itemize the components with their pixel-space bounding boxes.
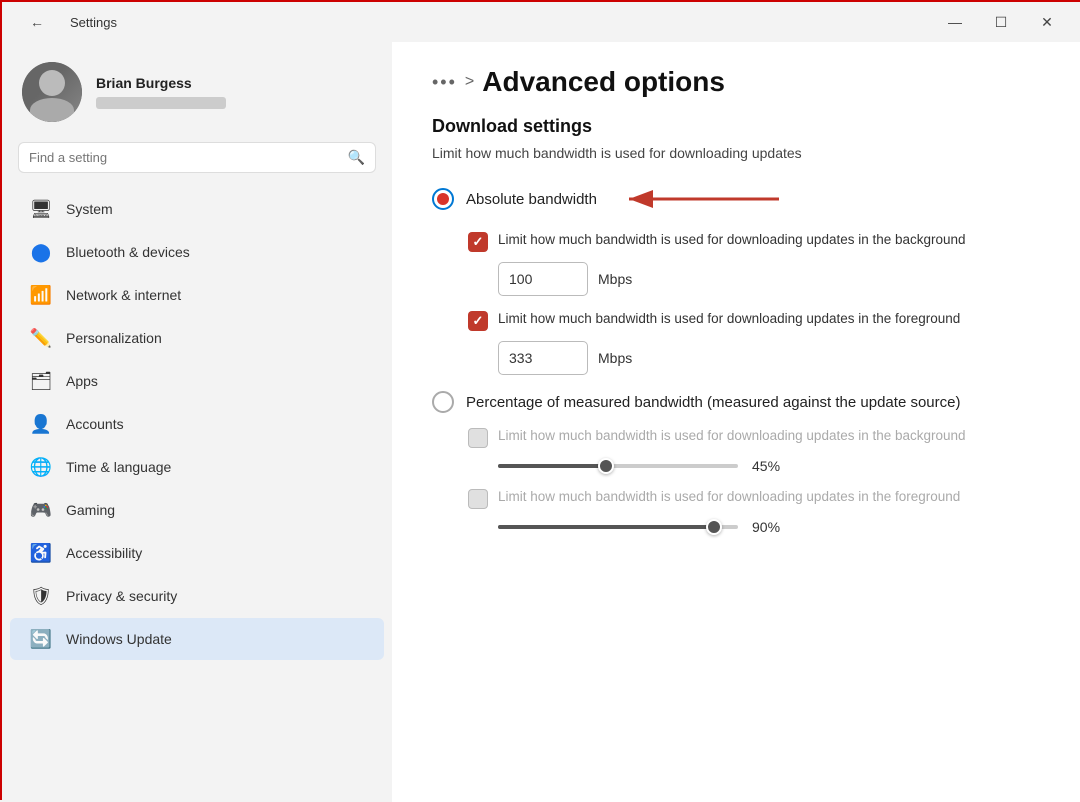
- sidebar-item-label: Personalization: [66, 330, 162, 346]
- sidebar-item-time[interactable]: 🌐 Time & language: [10, 446, 384, 488]
- radio-percentage-row: Percentage of measured bandwidth (measur…: [432, 391, 1042, 413]
- input-foreground-row: Mbps: [498, 341, 1042, 375]
- checkbox-pct-background-row: Limit how much bandwidth is used for dow…: [468, 427, 1042, 448]
- apps-icon: 🗂: [30, 370, 52, 392]
- annotation-arrow: [609, 181, 789, 217]
- update-icon: 🔄: [30, 628, 52, 650]
- checkbox-background-row: ✓ Limit how much bandwidth is used for d…: [468, 231, 1042, 252]
- content-area: Brian Burgess 🔍 🖥 System ⬤ Bluetooth & d…: [2, 42, 1080, 802]
- checkbox-background[interactable]: ✓: [468, 232, 488, 252]
- slider-background-row: 45%: [498, 458, 1042, 474]
- time-icon: 🌐: [30, 456, 52, 478]
- sidebar-item-label: Apps: [66, 373, 98, 389]
- sidebar-item-label: Accessibility: [66, 545, 142, 561]
- user-info: Brian Burgess: [96, 75, 226, 109]
- sidebar-item-personalization[interactable]: ✏️ Personalization: [10, 317, 384, 359]
- checkbox-pct-background[interactable]: [468, 428, 488, 448]
- sidebar: Brian Burgess 🔍 🖥 System ⬤ Bluetooth & d…: [2, 42, 392, 802]
- slider-background-fill: [498, 464, 606, 468]
- privacy-icon: 🛡: [30, 585, 52, 607]
- input-background-row: Mbps: [498, 262, 1042, 296]
- window-controls: — ☐ ✕: [932, 6, 1070, 38]
- checkbox-foreground[interactable]: ✓: [468, 311, 488, 331]
- gaming-icon: 🎮: [30, 499, 52, 521]
- sidebar-item-apps[interactable]: 🗂 Apps: [10, 360, 384, 402]
- bandwidth-background-unit: Mbps: [598, 271, 632, 287]
- sidebar-item-gaming[interactable]: 🎮 Gaming: [10, 489, 384, 531]
- checkbox-pct-foreground-row: Limit how much bandwidth is used for dow…: [468, 488, 1042, 509]
- checkbox-background-label: Limit how much bandwidth is used for dow…: [498, 231, 966, 250]
- bandwidth-foreground-unit: Mbps: [598, 350, 632, 366]
- percentage-options: Limit how much bandwidth is used for dow…: [468, 427, 1042, 535]
- sidebar-item-privacy[interactable]: 🛡 Privacy & security: [10, 575, 384, 617]
- checkbox-foreground-label: Limit how much bandwidth is used for dow…: [498, 310, 960, 329]
- section-desc: Limit how much bandwidth is used for dow…: [432, 145, 1042, 161]
- radio-percentage-button[interactable]: [432, 391, 454, 413]
- user-email-placeholder: [96, 97, 226, 109]
- accounts-icon: 👤: [30, 413, 52, 435]
- checkbox-foreground-row: ✓ Limit how much bandwidth is used for d…: [468, 310, 1042, 331]
- network-icon: 📶: [30, 284, 52, 306]
- personalization-icon: ✏️: [30, 327, 52, 349]
- sidebar-item-label: Time & language: [66, 459, 171, 475]
- sidebar-item-accounts[interactable]: 👤 Accounts: [10, 403, 384, 445]
- search-input[interactable]: [29, 150, 340, 165]
- bandwidth-foreground-input[interactable]: [498, 341, 588, 375]
- sidebar-item-label: Privacy & security: [66, 588, 177, 604]
- sidebar-item-network[interactable]: 📶 Network & internet: [10, 274, 384, 316]
- breadcrumb: ••• > Advanced options: [432, 66, 1042, 98]
- sidebar-item-label: Windows Update: [66, 631, 172, 647]
- slider-foreground-pct: 90%: [752, 519, 780, 535]
- slider-foreground-thumb[interactable]: [706, 519, 722, 535]
- radio-absolute-row: Absolute bandwidth: [432, 181, 1042, 217]
- breadcrumb-dots: •••: [432, 72, 457, 93]
- checkbox-pct-foreground[interactable]: [468, 489, 488, 509]
- titlebar-left: ← Settings: [14, 6, 117, 38]
- minimize-button[interactable]: —: [932, 6, 978, 38]
- radio-absolute-button[interactable]: [432, 188, 454, 210]
- sidebar-item-label: Network & internet: [66, 287, 181, 303]
- sidebar-item-label: Accounts: [66, 416, 124, 432]
- user-name: Brian Burgess: [96, 75, 226, 91]
- absolute-options: ✓ Limit how much bandwidth is used for d…: [468, 231, 1042, 375]
- sidebar-item-label: System: [66, 201, 113, 217]
- sidebar-item-accessibility[interactable]: ♿ Accessibility: [10, 532, 384, 574]
- search-icon: 🔍: [348, 149, 365, 166]
- slider-foreground-track[interactable]: [498, 525, 738, 529]
- radio-absolute-label: Absolute bandwidth: [466, 191, 597, 208]
- checkbox-pct-background-label: Limit how much bandwidth is used for dow…: [498, 427, 966, 446]
- window-title: Settings: [70, 15, 117, 30]
- avatar: [22, 62, 82, 122]
- breadcrumb-sep: >: [465, 73, 474, 91]
- slider-background-pct: 45%: [752, 458, 780, 474]
- slider-foreground-row: 90%: [498, 519, 1042, 535]
- nav-list: 🖥 System ⬤ Bluetooth & devices 📶 Network…: [2, 187, 392, 661]
- search-box[interactable]: 🔍: [18, 142, 376, 173]
- slider-foreground-fill: [498, 525, 714, 529]
- system-icon: 🖥: [30, 198, 52, 220]
- close-button[interactable]: ✕: [1024, 6, 1070, 38]
- accessibility-icon: ♿: [30, 542, 52, 564]
- section-title: Download settings: [432, 116, 1042, 137]
- radio-percentage-label: Percentage of measured bandwidth (measur…: [466, 394, 960, 411]
- main-content: ••• > Advanced options Download settings…: [392, 42, 1080, 802]
- back-button[interactable]: ←: [14, 6, 60, 38]
- bluetooth-icon: ⬤: [30, 241, 52, 263]
- checkbox-pct-foreground-label: Limit how much bandwidth is used for dow…: [498, 488, 960, 507]
- bandwidth-background-input[interactable]: [498, 262, 588, 296]
- settings-window: ← Settings — ☐ ✕ Brian Burgess: [2, 2, 1080, 802]
- sidebar-item-label: Bluetooth & devices: [66, 244, 190, 260]
- sidebar-item-label: Gaming: [66, 502, 115, 518]
- sidebar-item-update[interactable]: 🔄 Windows Update: [10, 618, 384, 660]
- user-section: Brian Burgess: [2, 42, 392, 138]
- titlebar: ← Settings — ☐ ✕: [2, 2, 1080, 42]
- slider-background-thumb[interactable]: [598, 458, 614, 474]
- sidebar-item-system[interactable]: 🖥 System: [10, 188, 384, 230]
- slider-background-track[interactable]: [498, 464, 738, 468]
- maximize-button[interactable]: ☐: [978, 6, 1024, 38]
- page-title: Advanced options: [482, 66, 725, 98]
- sidebar-item-bluetooth[interactable]: ⬤ Bluetooth & devices: [10, 231, 384, 273]
